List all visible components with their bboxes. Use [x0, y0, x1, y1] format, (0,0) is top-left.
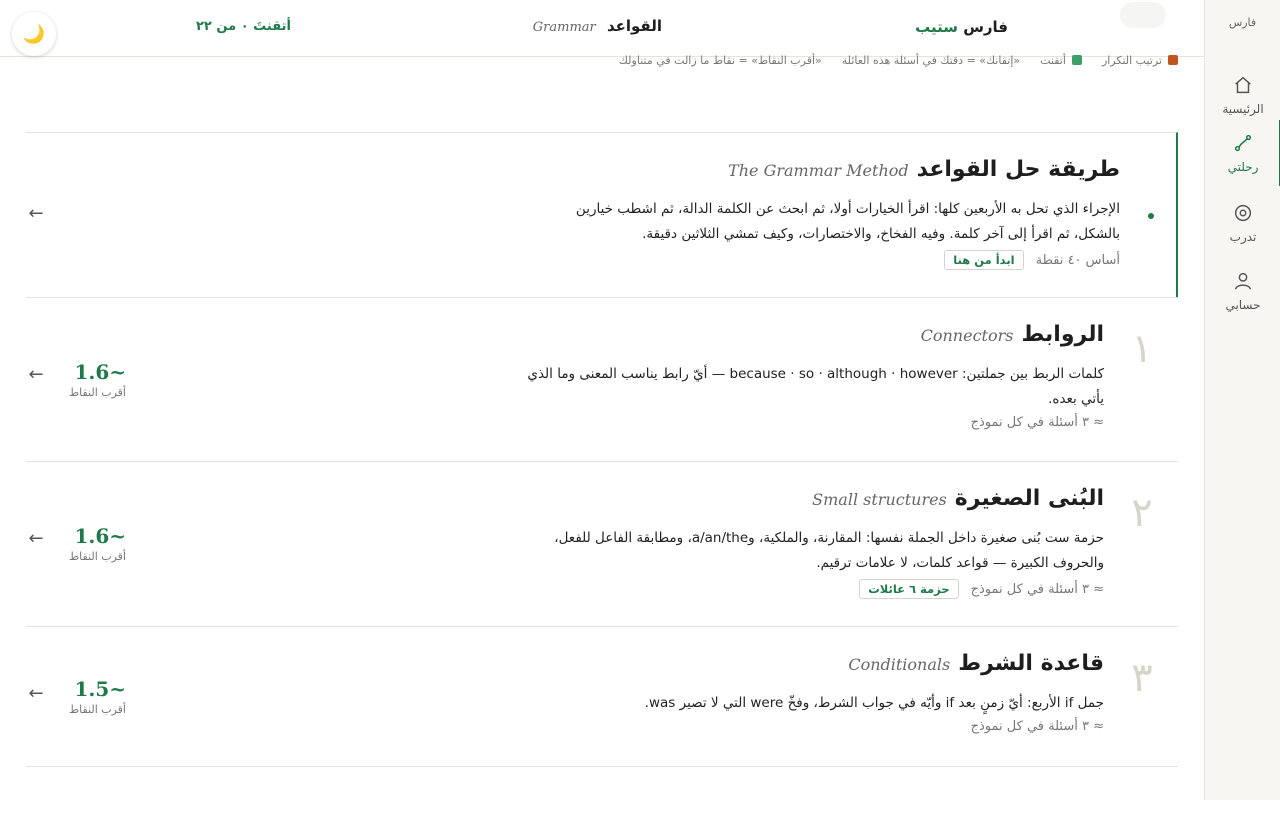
sidebar-item-label: تدرب — [1229, 230, 1257, 244]
sidebar-item-label: الرئيسية — [1222, 102, 1264, 116]
legend-swatch-mastered — [1071, 55, 1082, 65]
brand-blob — [1120, 2, 1166, 28]
lesson-list: طريقة حل القواعدThe Grammar Method الإجر… — [26, 132, 1178, 826]
lesson-description: الإجراء الذي تحل به الأربعين كلها: اقرأ … — [575, 201, 1120, 242]
arrow-left-icon[interactable]: ← — [26, 364, 46, 385]
target-icon — [1234, 204, 1252, 222]
lesson-score: ~1.6 أقرب النقاط — [68, 360, 126, 399]
lesson-title: طريقة حل القواعدThe Grammar Method — [728, 157, 1120, 182]
lesson-description: كلمات الربط بين جملتين: because · so · a… — [527, 366, 1104, 407]
sidebar-item-home[interactable]: الرئيسية — [1205, 62, 1280, 128]
mastered-counter: أتقنتَ ٠ من ٢٢ — [196, 19, 291, 34]
start-here-badge: ابدأ من هنا — [944, 250, 1024, 270]
theme-toggle-button[interactable]: 🌙 — [12, 12, 56, 56]
journey-icon — [1234, 134, 1252, 152]
arrow-left-icon[interactable]: ← — [26, 203, 46, 224]
sidebar-item-practice[interactable]: تدرب — [1205, 190, 1280, 256]
lesson-row[interactable]: ٢ البُنى الصغيرةSmall structures حزمة ست… — [26, 461, 1178, 626]
legend-review: ترتيب التكرار — [1102, 54, 1178, 67]
lesson-description: جمل if الأربع: أيّ زمنٍ بعد if وأيّه في … — [644, 695, 1104, 711]
legend-note-mastery: «إتقانك» = دقتك في أسئلة هذه العائلة — [841, 53, 1021, 67]
lesson-row[interactable]: ٣ قاعدة الشرطConditionals جمل if الأربع:… — [26, 626, 1178, 766]
lesson-score: ~1.5 أقرب النقاط — [68, 677, 126, 716]
sidebar-item-account[interactable]: حسابي — [1205, 258, 1280, 324]
lesson-title: البُنى الصغيرةSmall structures — [812, 486, 1104, 511]
sidebar-brand: فارس — [1228, 16, 1257, 29]
lesson-description: حزمة ست بُنى صغيرة داخل الجملة نفسها: ال… — [554, 530, 1104, 571]
lesson-number: ٣ — [1131, 655, 1153, 701]
legend-swatch-review — [1168, 55, 1178, 65]
legend-mastered: أتقنت — [1040, 54, 1082, 67]
lesson-meta: ≈ ٣ أسئلة في كل نموذج — [970, 415, 1104, 430]
arrow-left-icon[interactable]: ← — [26, 683, 46, 704]
lesson-meta: ≈ ٣ أسئلة في كل نموذج — [970, 719, 1104, 734]
lesson-title: الروابطConnectors — [920, 322, 1104, 347]
current-dot — [1148, 213, 1154, 219]
lesson-number: ١ — [1131, 326, 1153, 372]
user-icon — [1234, 272, 1252, 290]
lesson-number: ٢ — [1131, 490, 1153, 536]
bundle-badge: حزمة ٦ عائلات — [859, 579, 959, 599]
sidebar-item-label: رحلتي — [1227, 160, 1259, 174]
brand-logo: فارس ستيب — [915, 18, 1008, 36]
legend-note-nearest: «أقرب النقاط» = نقاط ما زالت في متناولك — [618, 53, 822, 67]
lesson-row[interactable]: ١ الروابطConnectors كلمات الربط بين جملت… — [26, 297, 1178, 461]
sidebar: فارس الرئيسية رحلتي تدرب حسابي — [1204, 0, 1280, 800]
lesson-row-partial[interactable] — [26, 766, 1178, 826]
lesson-row-intro[interactable]: طريقة حل القواعدThe Grammar Method الإجر… — [26, 132, 1178, 297]
section-title: القواعد Grammar — [532, 17, 662, 35]
lesson-meta: ≈ ٣ أسئلة في كل نموذج حزمة ٦ عائلات — [859, 579, 1104, 599]
sidebar-item-journey[interactable]: رحلتي — [1205, 120, 1280, 186]
lesson-score: ~1.6 أقرب النقاط — [68, 524, 126, 563]
sidebar-item-label: حسابي — [1225, 298, 1261, 312]
arrow-left-icon[interactable]: ← — [26, 528, 46, 549]
legend: ترتيب التكرار أتقنت «إتقانك» = دقتك في أ… — [619, 52, 1178, 68]
home-icon — [1235, 76, 1251, 94]
top-header: فارس ستيب القواعد Grammar أتقنتَ ٠ من ٢٢ — [0, 0, 1204, 57]
lesson-title: قاعدة الشرطConditionals — [848, 651, 1104, 676]
moon-icon: 🌙 — [22, 23, 46, 45]
lesson-meta: أساس ٤٠ نقطة ابدأ من هنا — [944, 250, 1120, 270]
